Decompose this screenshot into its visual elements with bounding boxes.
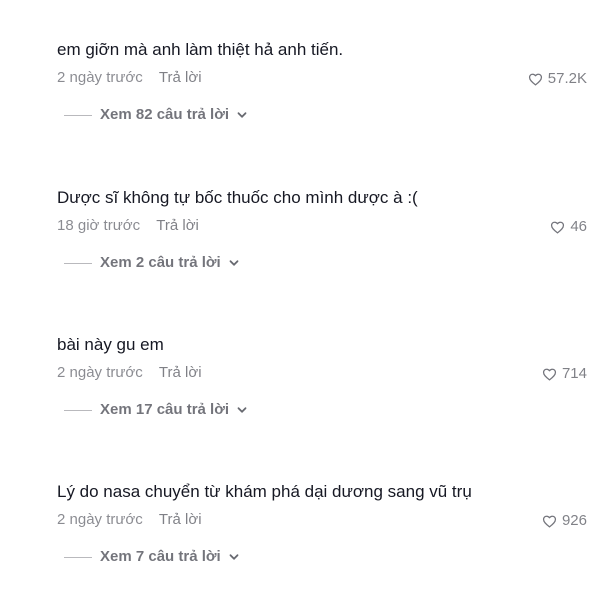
comment-item: Lý do nasa chuyển từ khám phá dại dương …: [0, 481, 597, 591]
heart-outline-icon: [551, 221, 565, 233]
chevron-down-icon: [237, 407, 247, 413]
comment-item: Dược sĩ không tự bốc thuốc cho mình dược…: [0, 187, 597, 297]
reply-button[interactable]: Trả lời: [159, 363, 202, 383]
comment-text: bài này gu em: [57, 335, 164, 354]
like-count: 57.2K: [547, 70, 587, 87]
view-replies-button[interactable]: Xem 2 câu trả lời: [64, 253, 240, 273]
heart-outline-icon: [542, 515, 557, 527]
comment-text: em giỡn mà anh làm thiệt hả anh tiến.: [57, 40, 344, 59]
comment-meta: 18 giờ trước Trả lời: [57, 216, 199, 236]
comment-text: Lý do nasa chuyển từ khám phá dại dương …: [57, 482, 472, 501]
replies-divider: [64, 262, 92, 264]
comment-meta: 2 ngày trước Trả lời: [57, 363, 202, 383]
replies-divider: [64, 114, 92, 116]
comment-time: 2 ngày trước: [57, 364, 143, 381]
view-replies-label: Xem 17 câu trả lời: [100, 401, 230, 418]
view-replies-button[interactable]: Xem 7 câu trả lời: [64, 547, 240, 567]
like-button[interactable]: 46: [550, 217, 587, 237]
like-button[interactable]: 714: [542, 364, 587, 384]
chevron-down-icon: [229, 554, 239, 560]
comment-item: bài này gu em 2 ngày trước Trả lời 714 X…: [0, 334, 597, 444]
view-replies-label: Xem 7 câu trả lời: [100, 548, 221, 565]
replies-divider: [64, 409, 92, 411]
like-count: 46: [570, 218, 587, 235]
like-button[interactable]: 926: [542, 511, 587, 531]
view-replies-button[interactable]: Xem 17 câu trả lời: [64, 400, 248, 420]
view-replies-button[interactable]: Xem 82 câu trả lời: [64, 105, 248, 125]
reply-button[interactable]: Trả lời: [156, 216, 199, 236]
chevron-down-icon: [237, 112, 247, 118]
like-button[interactable]: 57.2K: [528, 69, 587, 89]
heart-outline-icon: [528, 73, 542, 85]
comment-time: 2 ngày trước: [57, 69, 143, 86]
replies-divider: [64, 556, 92, 558]
comment-text: Dược sĩ không tự bốc thuốc cho mình dược…: [57, 188, 418, 207]
view-replies-label: Xem 82 câu trả lời: [100, 106, 230, 123]
comment-meta: 2 ngày trước Trả lời: [57, 68, 202, 88]
like-count: 926: [561, 512, 587, 529]
comment-list: em giỡn mà anh làm thiệt hả anh tiến. 2 …: [0, 0, 597, 588]
comment-time: 18 giờ trước: [57, 217, 141, 234]
comment-time: 2 ngày trước: [57, 511, 143, 528]
like-count: 714: [561, 365, 587, 382]
chevron-down-icon: [229, 260, 239, 266]
heart-outline-icon: [542, 368, 557, 380]
reply-button[interactable]: Trả lời: [159, 68, 202, 88]
comment-item: em giỡn mà anh làm thiệt hả anh tiến. 2 …: [0, 39, 597, 149]
reply-button[interactable]: Trả lời: [159, 510, 202, 530]
view-replies-label: Xem 2 câu trả lời: [100, 254, 221, 271]
comment-meta: 2 ngày trước Trả lời: [57, 510, 202, 530]
